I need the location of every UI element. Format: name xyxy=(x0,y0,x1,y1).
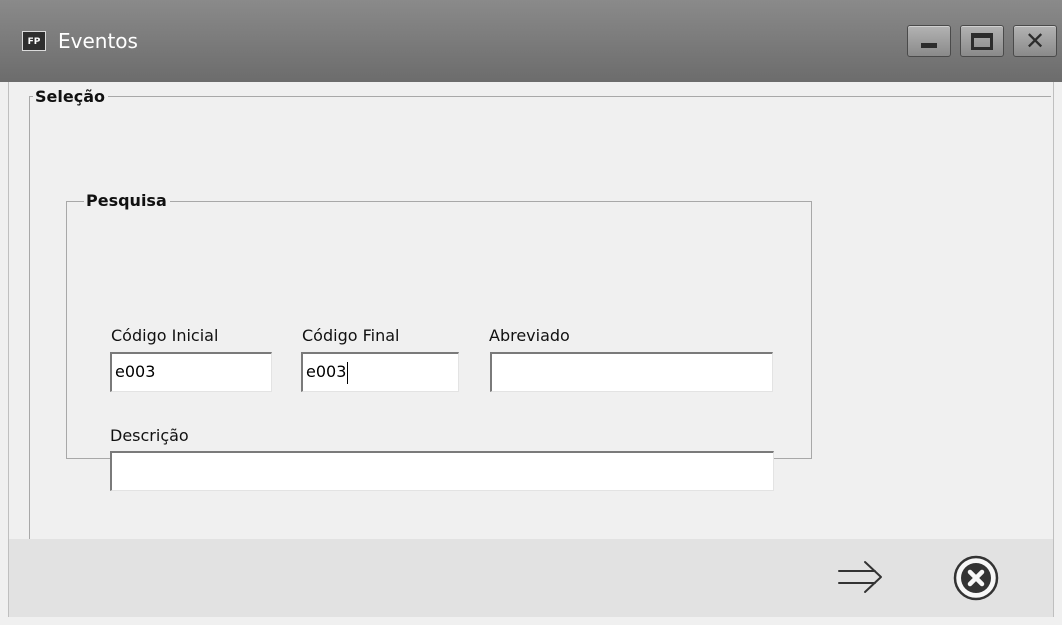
codigo-inicial-input[interactable]: e003 xyxy=(110,352,272,392)
window-content: Seleção Pesquisa Código Inicial e003 Cód… xyxy=(8,82,1054,617)
maximize-icon xyxy=(971,33,993,50)
pesquisa-legend: Pesquisa xyxy=(84,191,170,211)
action-bar xyxy=(9,539,1053,617)
codigo-final-label: Código Final xyxy=(302,326,400,345)
codigo-final-value: e003 xyxy=(306,362,347,381)
close-button[interactable]: ✕ xyxy=(1013,25,1057,57)
descricao-input[interactable] xyxy=(110,451,774,491)
codigo-final-input[interactable]: e003 xyxy=(301,352,459,392)
descricao-label: Descrição xyxy=(110,426,189,445)
codigo-inicial-value: e003 xyxy=(115,362,156,381)
selecao-legend: Seleção xyxy=(33,87,108,107)
eventos-window: FP Eventos ✕ Seleção Pesquisa Código Ini… xyxy=(0,0,1062,625)
maximize-button[interactable] xyxy=(960,25,1004,57)
abreviado-label: Abreviado xyxy=(489,326,570,345)
pesquisa-groupbox: Pesquisa Código Inicial e003 Código Fina… xyxy=(66,191,812,491)
close-icon: ✕ xyxy=(1024,27,1046,55)
abreviado-input[interactable] xyxy=(490,352,773,392)
minimize-icon xyxy=(921,43,937,48)
app-icon: FP xyxy=(22,31,46,51)
confirm-button[interactable] xyxy=(835,557,887,597)
minimize-button[interactable] xyxy=(907,25,951,57)
double-arrow-right-icon xyxy=(838,561,882,593)
codigo-inicial-label: Código Inicial xyxy=(111,326,219,345)
circle-x-icon xyxy=(953,555,999,601)
title-bar[interactable]: FP Eventos ✕ xyxy=(0,0,1062,82)
text-cursor xyxy=(347,361,349,384)
cancel-button[interactable] xyxy=(951,554,1001,602)
window-title: Eventos xyxy=(58,29,138,53)
